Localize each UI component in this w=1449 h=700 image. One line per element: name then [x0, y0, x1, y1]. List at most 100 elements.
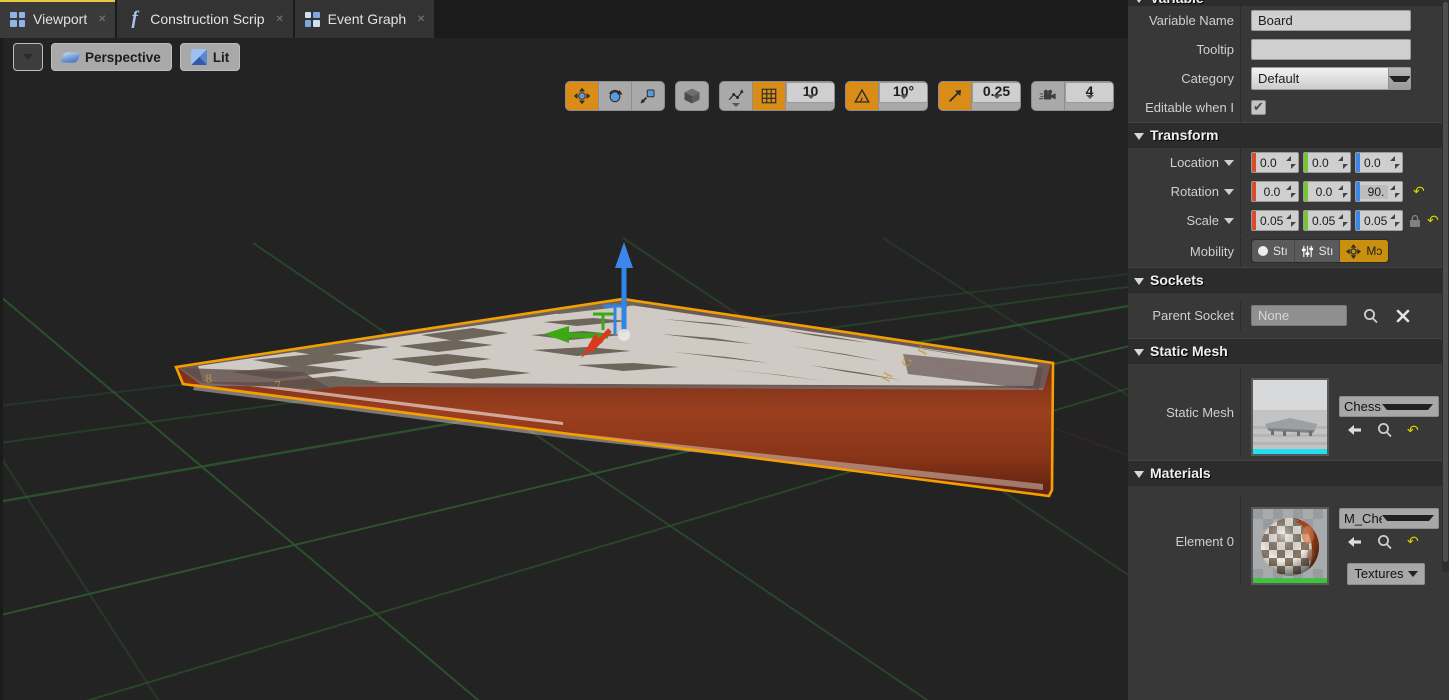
tab-event-graph-close-icon[interactable] — [414, 12, 428, 26]
surface-snap-caret-icon[interactable] — [732, 103, 740, 107]
details-panel: Variable Variable Name Board Tooltip — [1128, 0, 1449, 700]
tab-strip: Viewport f Construction Scrip Event Grap… — [0, 0, 1128, 38]
section-title-transform: Transform — [1150, 127, 1218, 143]
move-icon — [573, 87, 591, 105]
close-x-icon[interactable] — [1395, 308, 1411, 324]
grid-icon — [760, 87, 778, 105]
variable-name-input[interactable]: Board — [1251, 10, 1411, 31]
row-location: Location 0.0 0.0 0.0 — [1128, 148, 1449, 177]
angle-snap-toggle[interactable] — [846, 82, 879, 110]
reset-icon[interactable]: ↶ — [1407, 424, 1420, 437]
textures-dropdown-button[interactable]: Textures — [1347, 563, 1425, 585]
scene-svg: 8 7 H G F — [3, 38, 1128, 700]
location-mode-caret-icon[interactable] — [1224, 160, 1234, 166]
mobility-static-option[interactable]: Stı — [1252, 240, 1295, 262]
mobility-stationary-option[interactable]: Stı — [1295, 240, 1341, 262]
chevron-down-icon[interactable] — [1382, 515, 1434, 521]
tab-construction-script[interactable]: f Construction Scrip — [117, 0, 292, 38]
angle-snap-value[interactable]: 10° — [879, 82, 927, 103]
section-header-transform[interactable]: Transform — [1128, 122, 1449, 148]
camera-speed-icon-cell[interactable] — [1032, 82, 1065, 110]
collapse-triangle-icon — [1134, 133, 1144, 140]
tooltip-label: Tooltip — [1128, 42, 1240, 57]
surface-snap-button[interactable] — [720, 82, 753, 110]
category-value: Default — [1252, 71, 1388, 86]
search-icon[interactable] — [1377, 422, 1393, 438]
scale-tool-button[interactable] — [632, 82, 664, 110]
back-arrow-icon[interactable] — [1347, 534, 1363, 550]
section-header-static-mesh[interactable]: Static Mesh — [1128, 338, 1449, 364]
scale-x-value: 0.05 — [1256, 214, 1284, 228]
section-header-sockets[interactable]: Sockets — [1128, 267, 1449, 293]
row-editable-when-inherited: Editable when I — [1128, 93, 1449, 122]
mobility-static-label: Stı — [1273, 244, 1288, 258]
category-dropdown[interactable]: Default — [1251, 67, 1411, 90]
material-thumbnail[interactable] — [1251, 507, 1329, 585]
tab-viewport[interactable]: Viewport — [0, 0, 115, 38]
rotation-reset-icon[interactable]: ↶ — [1413, 185, 1426, 198]
grid-snap-value[interactable]: 10 — [786, 82, 834, 103]
angle-snap-caret-icon[interactable] — [900, 95, 908, 99]
section-title-variable: Variable — [1150, 0, 1204, 6]
tab-viewport-close-icon[interactable] — [95, 12, 109, 26]
chevron-down-icon[interactable] — [1382, 404, 1434, 410]
location-y-value: 0.0 — [1308, 156, 1336, 170]
section-header-materials[interactable]: Materials — [1128, 460, 1449, 486]
unreal-blueprint-editor: Viewport f Construction Scrip Event Grap… — [0, 0, 1449, 700]
location-vector: 0.0 0.0 0.0 — [1251, 152, 1403, 173]
sliders-icon — [1301, 245, 1314, 258]
static-mesh-asset-row: ChessBoard ↶ — [1251, 378, 1439, 456]
row-tooltip: Tooltip — [1128, 35, 1449, 64]
scale-reset-icon[interactable]: ↶ — [1427, 214, 1440, 227]
material-asset-picker[interactable]: M_ChessBoard — [1339, 508, 1439, 529]
grid-snap-caret-icon[interactable] — [807, 95, 815, 99]
view-mode-button[interactable]: Perspective — [51, 43, 172, 71]
editable-when-inherited-checkbox[interactable] — [1251, 100, 1266, 115]
scale-z-input[interactable]: 0.05 — [1355, 210, 1403, 231]
rotate-tool-button[interactable] — [599, 82, 632, 110]
translate-tool-button[interactable] — [566, 82, 599, 110]
viewport-3d[interactable]: 8 7 H G F — [0, 38, 1128, 700]
tab-construction-script-close-icon[interactable] — [273, 12, 287, 26]
rotation-x-input[interactable]: 0.0 — [1251, 181, 1299, 202]
scale-x-input[interactable]: 0.05 — [1251, 210, 1299, 231]
scale-icon — [639, 87, 657, 105]
material-asset-row: M_ChessBoard — [1251, 507, 1439, 585]
search-icon[interactable] — [1377, 534, 1393, 550]
scale-y-input[interactable]: 0.05 — [1303, 210, 1351, 231]
grid-snap-toggle[interactable] — [753, 82, 786, 110]
scale-snap-toggle[interactable] — [939, 82, 972, 110]
row-scale: Scale 0.05 0.05 0.05 — [1128, 206, 1449, 235]
rotation-z-input[interactable]: 90. — [1355, 181, 1403, 202]
static-mesh-thumbnail[interactable] — [1251, 378, 1329, 456]
parent-socket-input[interactable]: None — [1251, 305, 1347, 326]
coordinate-system-button[interactable] — [676, 82, 708, 110]
tab-event-graph[interactable]: Event Graph — [295, 0, 435, 38]
scale-lock-icon[interactable] — [1409, 214, 1421, 228]
tooltip-input[interactable] — [1251, 39, 1411, 60]
rotation-mode-caret-icon[interactable] — [1224, 189, 1234, 195]
search-icon[interactable] — [1363, 308, 1379, 324]
tab-construction-script-label: Construction Scrip — [150, 11, 264, 27]
location-x-input[interactable]: 0.0 — [1251, 152, 1299, 173]
camera-speed-group: 4 — [1031, 81, 1114, 111]
viewport-options-menu-button[interactable] — [13, 43, 43, 71]
camera-speed-value[interactable]: 4 — [1065, 82, 1113, 103]
location-y-input[interactable]: 0.0 — [1303, 152, 1351, 173]
scale-snap-value[interactable]: 0.25 — [972, 82, 1020, 103]
rotation-y-input[interactable]: 0.0 — [1303, 181, 1351, 202]
materials-properties: Element 0 — [1128, 486, 1449, 596]
scale-mode-caret-icon[interactable] — [1224, 218, 1234, 224]
back-arrow-icon[interactable] — [1347, 422, 1363, 438]
material-element-label: Element 0 — [1128, 534, 1240, 549]
camera-speed-caret-icon[interactable] — [1086, 95, 1094, 99]
reset-icon[interactable]: ↶ — [1407, 535, 1420, 548]
static-mesh-properties: Static Mesh — [1128, 364, 1449, 460]
category-dropdown-button[interactable] — [1388, 68, 1410, 89]
location-z-input[interactable]: 0.0 — [1355, 152, 1403, 173]
details-scrollbar[interactable] — [1442, 0, 1449, 572]
static-mesh-asset-picker[interactable]: ChessBoard — [1339, 396, 1439, 417]
mobility-movable-option[interactable]: Mɔ — [1340, 240, 1388, 262]
shading-mode-button[interactable]: Lit — [180, 43, 241, 71]
scale-snap-caret-icon[interactable] — [993, 95, 1001, 99]
